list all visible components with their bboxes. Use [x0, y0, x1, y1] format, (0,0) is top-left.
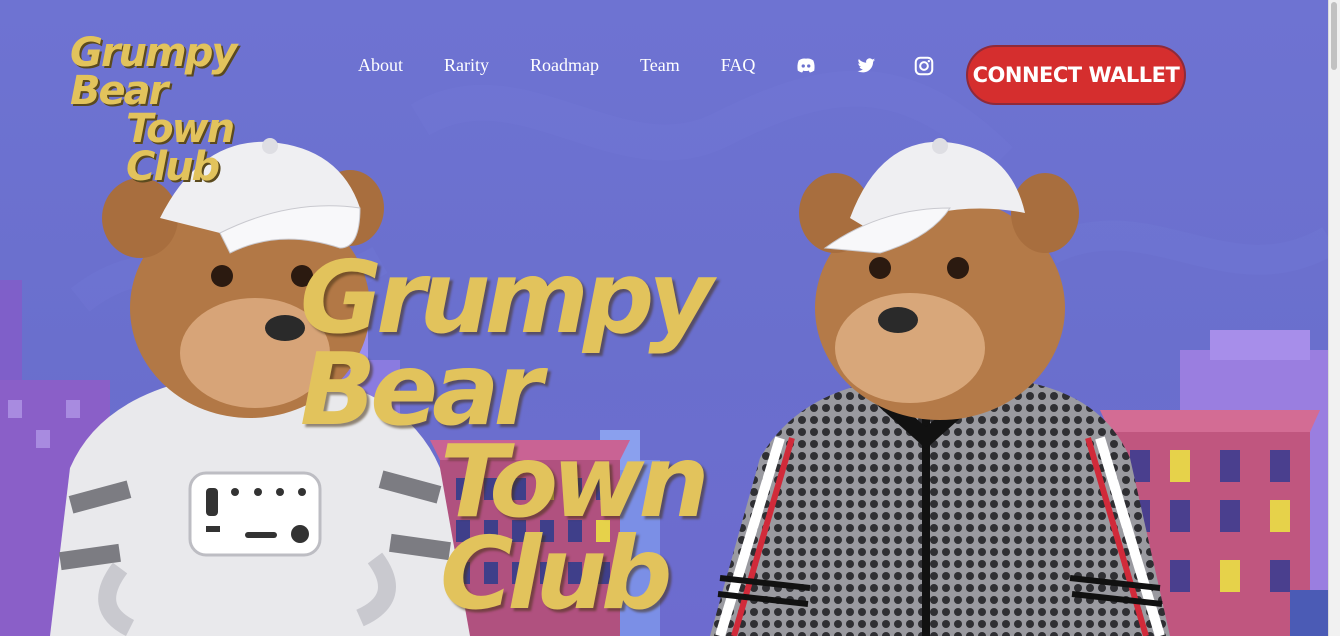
scrollbar-thumb[interactable]: [1331, 2, 1337, 70]
twitter-icon[interactable]: [855, 55, 877, 77]
connect-wallet-button[interactable]: CONNECT WALLET: [966, 45, 1186, 105]
hero-title-line-1: Grumpy Bear: [300, 239, 714, 448]
main-nav: About Rarity Roadmap Team FAQ: [358, 55, 796, 76]
nav-rarity[interactable]: Rarity: [444, 55, 489, 76]
landing-page: Grumpy Bear Town Club About Rarity Roadm…: [0, 0, 1340, 636]
hero-title-line-2: Town Club: [440, 423, 710, 632]
nav-roadmap[interactable]: Roadmap: [530, 55, 599, 76]
page-scrollbar[interactable]: [1328, 0, 1340, 636]
nav-team[interactable]: Team: [640, 55, 680, 76]
logo-line-2: Town Club: [126, 106, 235, 190]
brand-logo[interactable]: Grumpy Bear Town Club: [70, 30, 310, 187]
nav-about[interactable]: About: [358, 55, 403, 76]
logo-line-1: Grumpy Bear: [70, 30, 237, 114]
hero-title: Grumpy Bear Town Club: [300, 239, 920, 632]
instagram-icon[interactable]: [913, 55, 935, 77]
nav-faq[interactable]: FAQ: [721, 55, 756, 76]
discord-icon[interactable]: [795, 55, 817, 77]
